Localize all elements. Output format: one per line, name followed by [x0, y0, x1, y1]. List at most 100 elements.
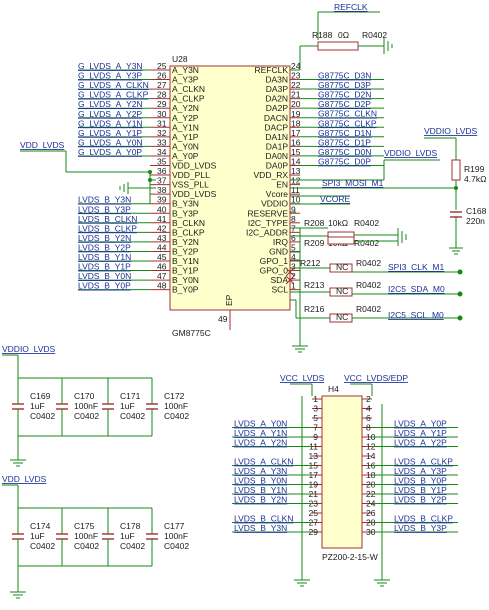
u28-pin-number: 34 [157, 147, 167, 157]
u28-pin-name: VDD_LVDS [172, 161, 217, 171]
h4-pin-number: 6 [366, 413, 371, 423]
cap-value: 100nF [164, 401, 188, 411]
u28-pin-number: 46 [157, 262, 167, 272]
r213-ref: R213 [304, 280, 325, 290]
cap-value: 1uF [120, 401, 135, 411]
u28-pin-number: 6 [291, 233, 296, 243]
net-label: G_LVDS_A_Y3N [78, 61, 143, 71]
net-label: LVDS_A_CLKP [394, 457, 453, 467]
ground-icon [397, 228, 407, 246]
u28-chip: U28 GM8775C 49 EP 25 A_Y3N G_LVDS_A_Y3N 26 A… [78, 54, 301, 338]
net-label: LVDS_B_Y1P [78, 262, 131, 272]
r199-value: 4.7kΩ [464, 174, 486, 184]
cap-package: C0402 [74, 411, 99, 421]
u28-pin-number: 25 [157, 61, 167, 71]
i2c5-sda-net: I2C5_SDA_M0 [388, 284, 445, 294]
r216-pkg: R0402 [356, 304, 381, 314]
vddio-lvds-label-1: VDDIO_LVDS [424, 126, 478, 136]
spi3-mosi-net: SPI3_MOSI_M1 [322, 178, 384, 188]
net-label: LVDS_B_Y0N [234, 476, 287, 486]
r209-body [327, 236, 355, 245]
r188-body [317, 41, 359, 51]
net-label: G8775C_CLKP [318, 118, 377, 128]
cap-package: C0402 [164, 411, 189, 421]
net-label: G8775C_CLKN [318, 109, 377, 119]
cap-package: C0402 [30, 541, 55, 551]
u28-pin-name: A_CLKN [172, 84, 205, 94]
u28-pin-number: 37 [157, 176, 167, 186]
u28-pin-name: A_Y3N [172, 65, 199, 75]
u28-pin-number: 43 [157, 233, 167, 243]
h4-pin-number: 1 [313, 394, 318, 404]
u28-pin-number: 20 [291, 99, 301, 109]
u28-ep-label: EP [224, 294, 234, 306]
cap-ref: C175 [74, 521, 95, 531]
r188-ref: R188 [312, 30, 333, 40]
u28-pin-number: 36 [157, 166, 167, 176]
net-label: LVDS_B_Y0P [78, 281, 131, 291]
r213-pkg: R0402 [356, 280, 381, 290]
cap-value: 100nF [74, 401, 98, 411]
u28-pin-number: 22 [291, 80, 301, 90]
net-label: G8775C_D3P [318, 80, 371, 90]
u28-pin-number: 17 [291, 128, 301, 138]
u28-pin-number: 40 [157, 204, 167, 214]
u28-pin-number: 41 [157, 214, 167, 224]
cap-ref: C177 [164, 521, 185, 531]
u28-pin-name: VDDIO [261, 199, 288, 209]
h4-pin-number: 5 [313, 413, 318, 423]
u28-pin-name: REFCLK [254, 65, 288, 75]
net-label: G_LVDS_A_Y0P [78, 147, 142, 157]
u28-pin-number: 38 [157, 185, 167, 195]
u28-pin-number: 47 [157, 271, 167, 281]
u28-pin-name: B_Y3N [172, 199, 199, 209]
h4-part: PZ200-2-15-W [322, 552, 378, 562]
net-label: G_LVDS_A_Y2N [78, 99, 143, 109]
net-label: LVDS_A_Y3P [394, 466, 447, 476]
cap-package: C0402 [164, 541, 189, 551]
u28-pin-name: B_CLKN [172, 218, 205, 228]
net-label: LVDS_B_CLKP [394, 514, 453, 524]
ground-icon [383, 38, 393, 54]
u28-part: GM8775C [172, 328, 211, 338]
schematic-sheet: U28 GM8775C 49 EP 25 A_Y3NG_LVDS_A_Y3N26 A… [2, 2, 487, 599]
u28-pin-name: B_CLKP [172, 227, 205, 237]
cap-ref: C170 [74, 391, 95, 401]
net-label: G_LVDS_A_Y2P [78, 109, 142, 119]
u28-pin-name: DA1N [265, 132, 288, 142]
r216-ref: R216 [304, 304, 325, 314]
net-label: G_LVDS_A_Y0N [78, 137, 143, 147]
net-label: LVDS_B_Y3P [394, 523, 447, 533]
net-label: LVDS_B_Y2N [78, 233, 131, 243]
r212-ref: R212 [300, 258, 321, 268]
u28-pin-number: 42 [157, 223, 167, 233]
u28-pin-name: EN [276, 180, 288, 190]
r209-ref: R209 [304, 238, 325, 248]
u28-pin-name: VSS_PLL [172, 180, 209, 190]
u28-pin-name: A_Y1P [172, 132, 199, 142]
vcc-lvds-edp-net: VCC_LVDS/EDP [344, 373, 408, 383]
cap-ref: C169 [30, 391, 51, 401]
net-label: G8775C_D3N [318, 71, 371, 81]
net-label: LVDS_B_Y2P [78, 242, 131, 252]
net-label: LVDS_B_Y1N [234, 485, 287, 495]
net-label: LVDS_A_Y2N [234, 438, 287, 448]
ground-icon [119, 182, 129, 194]
u28-pin-name: B_Y2P [172, 246, 199, 256]
r188-value: 0Ω [338, 30, 349, 40]
r199-body [451, 159, 461, 181]
net-label: G_LVDS_A_Y1N [78, 118, 143, 128]
net-label: G8775C_D0N [318, 147, 371, 157]
net-label: LVDS_B_Y1N [78, 252, 131, 262]
u28-pin-number: 13 [291, 166, 301, 176]
u28-pin-name: SDA [271, 275, 289, 285]
vdd-lvds-label-2: VDD_LVDS [2, 474, 47, 484]
decap-row-1: VDDIO_LVDS C1691uFC0402C170100nFC0402C17… [2, 344, 189, 467]
c168-ref: C168 [466, 206, 487, 216]
u28-pin-number: 35 [157, 157, 167, 167]
cap-ref: C178 [120, 521, 141, 531]
u28-pin-number: 39 [157, 195, 167, 205]
u28-pin-name: A_Y3P [172, 75, 199, 85]
r199-ref: R199 [464, 164, 485, 174]
cap-value: 1uF [30, 401, 45, 411]
